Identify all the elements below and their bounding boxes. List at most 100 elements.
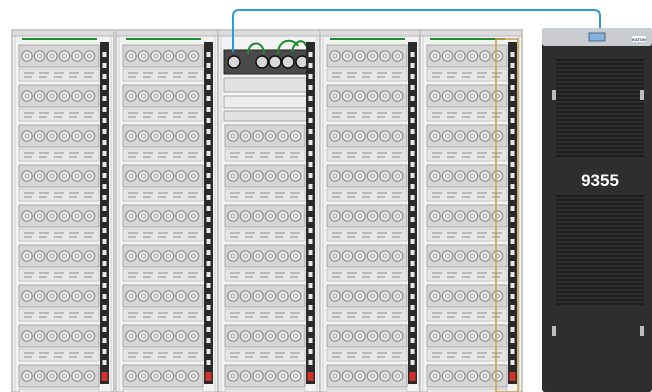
fan-icon bbox=[150, 290, 162, 302]
fan-icon bbox=[125, 290, 137, 302]
fan-icon bbox=[329, 170, 341, 182]
fan-icon bbox=[391, 250, 404, 262]
pdu-outlet bbox=[102, 305, 107, 310]
pdu-outlet bbox=[102, 294, 107, 299]
fan-icon bbox=[162, 330, 175, 342]
server-unit bbox=[326, 44, 408, 82]
fan-icon bbox=[354, 250, 366, 262]
fan-icon bbox=[150, 90, 162, 102]
pdu-body bbox=[204, 42, 213, 384]
pdu-strip bbox=[204, 42, 213, 384]
pdu-outlet bbox=[308, 74, 313, 79]
server-unit bbox=[18, 44, 100, 82]
pdu-outlet bbox=[102, 217, 107, 222]
server-vent-panel bbox=[224, 188, 306, 202]
fan-icon bbox=[329, 330, 341, 342]
pdu-outlet bbox=[510, 327, 515, 332]
breaker-icon bbox=[101, 372, 108, 381]
pdu-outlet bbox=[308, 118, 313, 123]
pdu-outlet bbox=[308, 184, 313, 189]
fan-icon bbox=[175, 50, 187, 62]
fan-icon bbox=[341, 330, 354, 342]
fan-icon bbox=[187, 210, 200, 222]
fan-icon bbox=[187, 370, 200, 382]
fan-icon bbox=[58, 290, 71, 302]
server-unit bbox=[426, 324, 508, 362]
fan-icon bbox=[21, 290, 33, 302]
pdu-outlet bbox=[410, 327, 415, 332]
fan-icon bbox=[239, 290, 252, 302]
pdu-outlet bbox=[410, 96, 415, 101]
fan-icon bbox=[46, 50, 58, 62]
pdu-outlet bbox=[102, 140, 107, 145]
server-vent-panel bbox=[224, 308, 306, 322]
fan-icon bbox=[341, 250, 354, 262]
fan-icon bbox=[391, 50, 404, 62]
fan-icon bbox=[58, 90, 71, 102]
pdu-outlet bbox=[410, 360, 415, 365]
pdu-outlet bbox=[410, 294, 415, 299]
fan-icon bbox=[58, 330, 71, 342]
fan-icon bbox=[454, 130, 466, 142]
pdu-outlet bbox=[206, 327, 211, 332]
server-vent-panel bbox=[122, 308, 204, 322]
server-vent-panel bbox=[18, 68, 100, 82]
pdu-outlet bbox=[102, 118, 107, 123]
server-unit bbox=[18, 124, 100, 162]
rack-cabinet bbox=[11, 29, 115, 392]
cable-port-icon bbox=[281, 55, 295, 69]
fan-icon bbox=[227, 170, 239, 182]
pdu-outlet bbox=[102, 151, 107, 156]
rack-top-rail bbox=[115, 29, 219, 37]
server-vent-panel bbox=[426, 348, 508, 362]
server-vent-panel bbox=[122, 228, 204, 242]
fan-icon bbox=[125, 170, 137, 182]
fan-icon bbox=[175, 250, 187, 262]
server-unit bbox=[326, 124, 408, 162]
fan-icon bbox=[479, 90, 491, 102]
server-vent-panel bbox=[18, 108, 100, 122]
fan-icon bbox=[137, 170, 150, 182]
fan-icon bbox=[454, 170, 466, 182]
pdu-outlet bbox=[102, 195, 107, 200]
fan-icon bbox=[71, 130, 83, 142]
pdu-outlet bbox=[410, 272, 415, 277]
fan-icon bbox=[252, 250, 264, 262]
fan-icon bbox=[466, 290, 479, 302]
fan-icon bbox=[175, 370, 187, 382]
pdu-outlet bbox=[206, 294, 211, 299]
fan-icon bbox=[252, 290, 264, 302]
switch-module bbox=[223, 110, 311, 122]
server-unit bbox=[122, 284, 204, 322]
pdu-outlet bbox=[308, 272, 313, 277]
fan-icon bbox=[354, 90, 366, 102]
pdu-outlet bbox=[308, 151, 313, 156]
fan-icon bbox=[366, 90, 379, 102]
pdu-outlet bbox=[308, 316, 313, 321]
fan-icon bbox=[366, 50, 379, 62]
pdu-outlet bbox=[308, 85, 313, 90]
fan-icon bbox=[137, 250, 150, 262]
pdu-body bbox=[100, 42, 109, 384]
fan-icon bbox=[252, 130, 264, 142]
server-vent-panel bbox=[224, 228, 306, 242]
fan-icon bbox=[33, 130, 46, 142]
pdu-outlet bbox=[308, 206, 313, 211]
fan-icon bbox=[125, 210, 137, 222]
fan-icon bbox=[289, 250, 302, 262]
fan-icon bbox=[264, 290, 277, 302]
fan-icon bbox=[379, 90, 391, 102]
fan-icon bbox=[83, 370, 96, 382]
fan-icon bbox=[21, 370, 33, 382]
fan-icon bbox=[125, 330, 137, 342]
fan-icon bbox=[162, 170, 175, 182]
server-unit bbox=[224, 244, 306, 282]
server-vent-panel bbox=[326, 348, 408, 362]
fan-icon bbox=[46, 370, 58, 382]
fan-icon bbox=[71, 250, 83, 262]
fan-icon bbox=[366, 250, 379, 262]
fan-icon bbox=[429, 170, 441, 182]
pdu-outlet bbox=[308, 360, 313, 365]
fan-icon bbox=[239, 170, 252, 182]
pdu-outlet bbox=[206, 349, 211, 354]
